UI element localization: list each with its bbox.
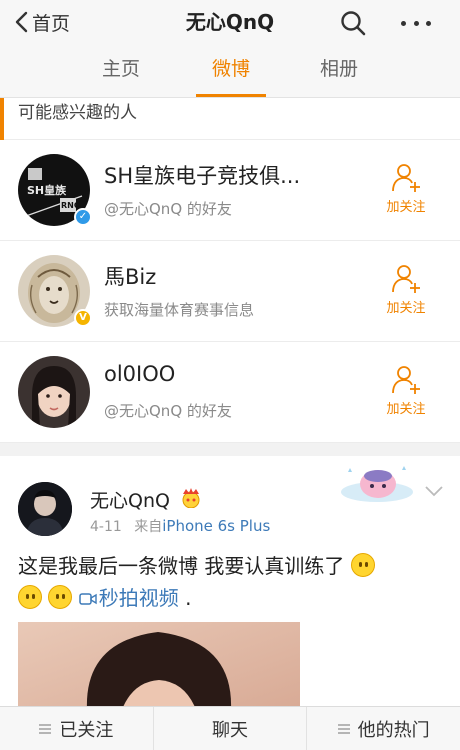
person-subtitle: @无心QnQ 的好友 — [104, 402, 232, 420]
add-user-icon — [392, 265, 420, 293]
avatar[interactable] — [18, 356, 90, 428]
hot-posts-button[interactable]: 他的热门 — [307, 707, 460, 750]
chevron-left-icon — [15, 11, 28, 33]
verified-badge-icon: V — [74, 309, 92, 327]
svg-text:SH皇族: SH皇族 — [27, 183, 67, 197]
author-photo-icon — [18, 482, 72, 536]
follow-button[interactable]: 加关注 — [378, 364, 434, 424]
followed-button[interactable]: 已关注 — [0, 707, 154, 750]
face-photo-icon — [18, 622, 300, 706]
suggested-people-title: 可能感兴趣的人 — [18, 103, 137, 123]
back-label: 首页 — [32, 12, 71, 35]
bottom-action-bar: 已关注 聊天 他的热门 — [0, 706, 460, 750]
post-author-name[interactable]: 无心QnQ — [90, 486, 170, 513]
post-trailing-text: . — [185, 586, 192, 610]
suggested-person[interactable]: SH皇族 RNG ✓ SH皇族电子竞技俱... @无心QnQ 的好友 加关注 — [0, 140, 460, 241]
nav-bar: 首页 无心QnQ — [0, 0, 460, 44]
tab-home[interactable]: 主页 — [76, 44, 166, 98]
follow-button[interactable]: 加关注 — [378, 263, 434, 323]
hot-posts-label: 他的热门 — [357, 719, 430, 741]
suggested-people-section: 可能感兴趣的人 SH皇族 RNG ✓ SH皇族电子竞技俱... @无心QnQ 的… — [0, 98, 460, 443]
menu-lines-icon — [337, 723, 350, 734]
post-text: 这是我最后一条微博 我要认真训练了 — [18, 554, 345, 578]
menu-lines-icon — [39, 723, 52, 734]
weibo-post-card[interactable]: 无心QnQ 4-11 来自iPhone 6s Plus 这是我最后一条微博 我要… — [0, 456, 460, 706]
followed-label: 已关注 — [59, 719, 114, 741]
add-user-icon — [392, 164, 420, 192]
person-name[interactable]: SH皇族电子竞技俱... — [104, 160, 300, 190]
suggested-people-header: 可能感兴趣的人 — [0, 98, 460, 140]
suggested-person[interactable]: V 馬Biz 获取海量体育赛事信息 加关注 — [0, 241, 460, 342]
more-options-icon[interactable] — [398, 10, 434, 36]
post-source-prefix: 来自 — [134, 519, 163, 535]
chat-button[interactable]: 聊天 — [154, 707, 308, 750]
chat-label: 聊天 — [212, 719, 248, 741]
crown-emoji-icon — [182, 488, 200, 508]
search-icon[interactable] — [340, 10, 366, 36]
person-subtitle: @无心QnQ 的好友 — [104, 200, 232, 218]
person-name[interactable]: ol0IOO — [104, 362, 175, 386]
post-source[interactable]: iPhone 6s Plus — [162, 517, 270, 535]
tab-weibo[interactable]: 微博 — [186, 44, 276, 98]
cartoon-decoration-icon — [341, 466, 413, 502]
video-link[interactable]: 秒拍视频 — [99, 586, 179, 610]
person-name[interactable]: 馬Biz — [104, 261, 156, 291]
add-user-icon — [392, 366, 420, 394]
post-video-thumbnail[interactable] — [18, 622, 300, 706]
smile-emoji-icon — [350, 553, 375, 577]
post-date: 4-11 — [90, 519, 122, 535]
profile-tabs: 主页 微博 相册 — [0, 44, 460, 98]
avatar[interactable]: V — [18, 255, 92, 327]
person-subtitle: 获取海量体育赛事信息 — [104, 301, 255, 319]
author-avatar[interactable] — [18, 482, 72, 536]
portrait-photo-icon — [18, 356, 90, 428]
follow-label: 加关注 — [386, 402, 426, 417]
smile-emoji-icon — [48, 585, 73, 609]
verified-badge-icon: ✓ — [74, 208, 92, 226]
smile-emoji-icon — [18, 585, 42, 609]
active-tab-indicator — [196, 94, 266, 97]
follow-label: 加关注 — [386, 200, 426, 215]
follow-label: 加关注 — [386, 301, 426, 316]
tab-album[interactable]: 相册 — [294, 44, 384, 98]
section-accent-bar — [0, 98, 4, 140]
post-meta: 4-11 来自iPhone 6s Plus — [90, 516, 270, 536]
chevron-down-icon[interactable] — [424, 484, 444, 498]
avatar[interactable]: SH皇族 RNG ✓ — [18, 154, 92, 226]
back-button[interactable]: 首页 — [14, 0, 70, 44]
post-body: 这是我最后一条微博 我要认真训练了 秒拍视频 . — [18, 550, 448, 614]
suggested-person[interactable]: ol0IOO @无心QnQ 的好友 加关注 — [0, 342, 460, 443]
video-icon — [78, 593, 97, 605]
follow-button[interactable]: 加关注 — [378, 162, 434, 222]
